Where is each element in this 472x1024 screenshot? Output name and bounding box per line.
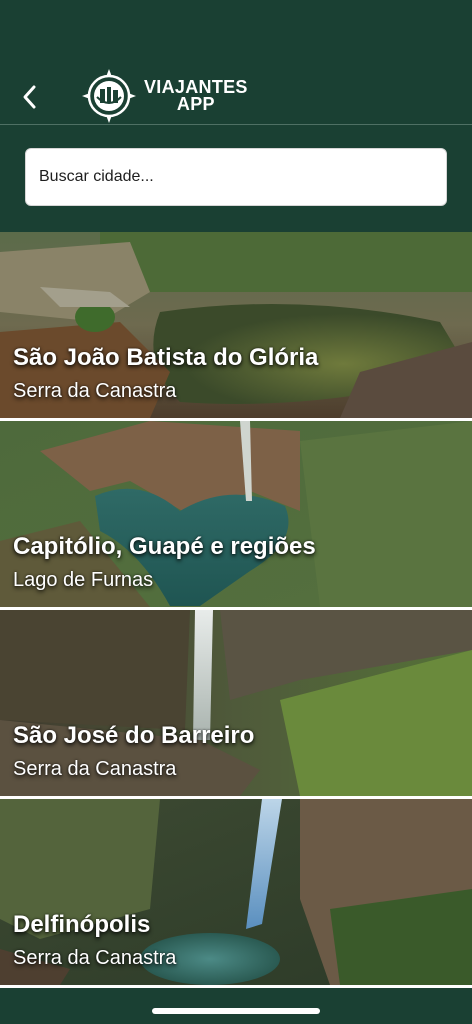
search-input[interactable] (26, 149, 446, 205)
city-card[interactable]: São João Batista do Glória Serra da Cana… (0, 232, 472, 421)
city-subtitle: Lago de Furnas (13, 569, 154, 591)
city-title: São João Batista do Glória (13, 344, 319, 371)
city-subtitle: Serra da Canastra (13, 380, 177, 402)
city-subtitle: Serra da Canastra (13, 947, 177, 969)
city-list: São João Batista do Glória Serra da Cana… (0, 232, 472, 988)
city-title: São José do Barreiro (13, 722, 255, 749)
city-card[interactable]: Capitólio, Guapé e regiões Lago de Furna… (0, 421, 472, 610)
back-button[interactable] (16, 80, 44, 114)
app-logo: VIAJANTES APP (80, 66, 248, 126)
city-title: Capitólio, Guapé e regiões (13, 533, 316, 560)
compass-waterfall-icon (82, 69, 136, 123)
search-box[interactable] (25, 148, 447, 206)
city-title: Delfinópolis (13, 911, 151, 938)
home-indicator[interactable] (152, 1008, 320, 1014)
logo-text: VIAJANTES APP (144, 78, 248, 114)
app-header: VIAJANTES APP (0, 0, 472, 125)
logo-text-line2: APP (176, 94, 215, 114)
city-subtitle: Serra da Canastra (13, 758, 177, 780)
city-card[interactable]: Delfinópolis Serra da Canastra (0, 799, 472, 988)
chevron-left-icon (23, 85, 36, 109)
city-card[interactable]: São José do Barreiro Serra da Canastra (0, 610, 472, 799)
